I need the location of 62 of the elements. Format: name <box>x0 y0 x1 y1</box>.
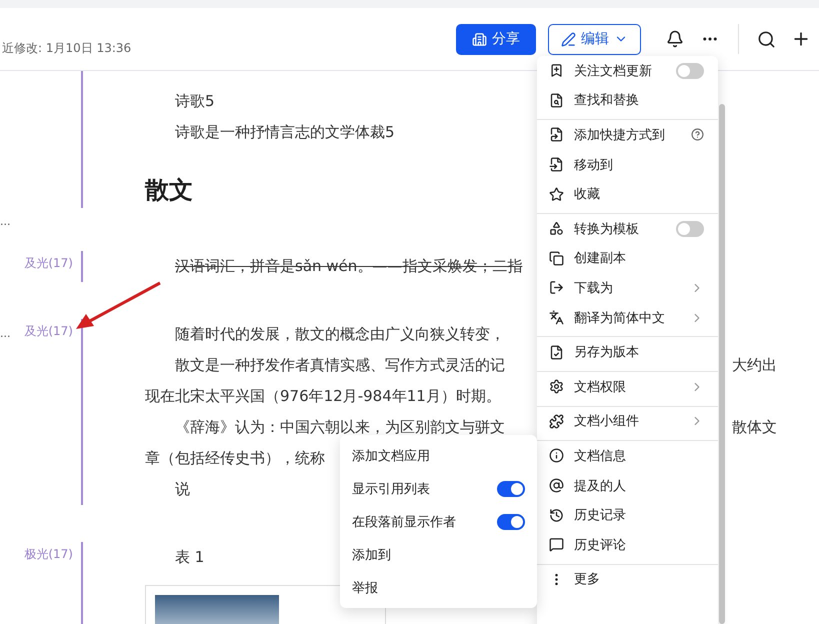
building-icon <box>472 32 487 46</box>
at-sign-icon <box>549 478 564 494</box>
shapes-icon <box>549 221 564 236</box>
toggle-switch[interactable] <box>497 514 525 530</box>
menu-item[interactable]: 添加快捷方式到 <box>537 119 718 150</box>
author-label: ... <box>0 214 10 230</box>
settings-icon <box>549 379 564 394</box>
menu-item[interactable]: 关注文档更新 <box>537 56 718 86</box>
menu-item[interactable]: 下载为 <box>537 273 718 303</box>
file-check-icon <box>549 344 564 360</box>
paragraph-text: 说 <box>174 479 190 500</box>
menu-item[interactable]: 翻译为简体中文 <box>537 302 718 332</box>
paragraph-text: 《辞海》认为：中国六朝以来，为区别韵文与骈文 <box>174 417 505 438</box>
star-icon <box>549 186 564 202</box>
toggle-switch[interactable] <box>676 220 704 237</box>
menu-item[interactable]: 提及的人 <box>537 470 718 500</box>
menu-item[interactable]: 在段落前显示作者 <box>340 505 537 538</box>
copy-icon <box>549 250 564 266</box>
menu-item[interactable]: 转换为模板 <box>537 212 718 244</box>
paragraph-text: 章（包括经传史书），统称 <box>145 448 325 469</box>
menu-item[interactable]: 历史记录 <box>537 500 718 530</box>
paragraph-text: 散体文 <box>732 417 777 438</box>
paragraph-text: 散文是一种抒发作者真情实感、写作方式灵活的记 <box>174 355 505 376</box>
export-icon <box>549 280 564 296</box>
section-heading: 散文 <box>145 175 193 206</box>
edit-button[interactable]: 编辑 <box>548 24 641 54</box>
bookmark-icon <box>549 63 564 78</box>
menu-item[interactable]: 创建副本 <box>537 244 718 274</box>
history-icon <box>549 508 564 523</box>
paragraph-text: 诗歌5 <box>174 91 215 112</box>
toggle-switch[interactable] <box>676 62 704 79</box>
menu-item[interactable]: 显示引用列表 <box>340 472 537 505</box>
help-icon <box>691 128 704 142</box>
menu-item[interactable]: 添加文档应用 <box>340 439 537 472</box>
toggle-switch[interactable] <box>497 480 525 496</box>
menu-item[interactable]: 另存为版本 <box>537 336 718 367</box>
puzzle-icon <box>549 414 564 429</box>
file-move-icon <box>549 157 564 172</box>
paragraph-text: 大约出 <box>732 355 777 376</box>
translate-icon <box>549 310 564 326</box>
menu-item[interactable]: 文档权限 <box>537 370 718 402</box>
author-label: ... <box>0 326 10 342</box>
share-button[interactable]: 分享 <box>456 24 536 54</box>
paragraph-text: 诗歌是一种抒情言志的文学体裁5 <box>174 122 395 143</box>
menu-item[interactable]: 历史评论 <box>537 530 718 560</box>
menu-item[interactable]: 添加到 <box>340 538 537 571</box>
paragraph-text: 随着时代的发展，散文的概念由广义向狭义转变， <box>174 324 505 345</box>
paragraph-text: 汉语词汇，拼音是sǎn wén。——指文采焕发；二指 <box>174 256 522 277</box>
info-icon <box>549 448 564 464</box>
file-search-icon <box>549 92 564 108</box>
paragraph-text: 表 1 <box>174 547 204 568</box>
file-link-icon <box>549 127 564 142</box>
menu-item[interactable]: 收藏 <box>537 179 718 209</box>
menu-item[interactable]: 文档小组件 <box>537 406 718 436</box>
comment-icon <box>549 537 564 552</box>
menu-item[interactable]: 举报 <box>340 571 537 604</box>
last-modified-text: 近修改: 1月10日 13:36 <box>2 40 132 56</box>
menu-item[interactable]: 查找和替换 <box>537 86 718 116</box>
scrollbar[interactable] <box>719 104 725 624</box>
paragraph-text: 现在北宋太平兴国（976年12月-984年11月）时期。 <box>145 386 501 407</box>
pen-icon <box>561 32 576 46</box>
menu-item[interactable]: 移动到 <box>537 150 718 180</box>
